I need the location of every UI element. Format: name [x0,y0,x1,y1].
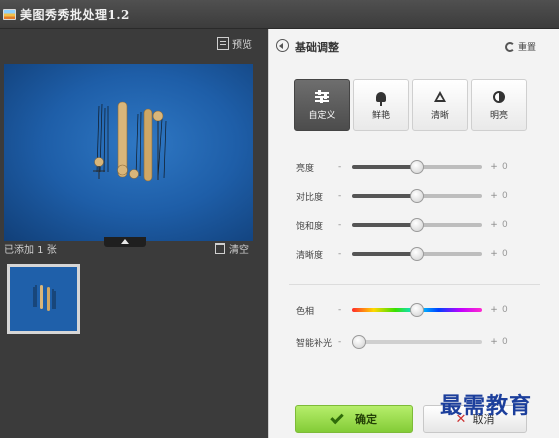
preview-button[interactable]: 预览 [217,36,252,51]
slider-value: 0 [502,305,508,315]
collapse-toggle[interactable] [104,237,146,247]
decrease-button[interactable]: - [338,162,352,172]
mode-label: 鲜艳 [371,111,390,121]
increase-button[interactable]: + [486,162,502,172]
slider-knob[interactable] [410,218,424,232]
confirm-label: 确定 [355,413,377,426]
app-icon [3,8,16,20]
slider-row-sharpness: 清晰度 - + 0 [296,246,512,262]
adjust-panel: 基础调整 重置 自定义 鲜艳 清晰 明亮 亮度 - + 0 对比度 - + 0 … [268,29,559,438]
left-panel: 预览 已添加 1 张 清空 [0,29,268,438]
slider-value: 0 [502,162,508,172]
slider-value: 0 [502,337,508,347]
slider-knob[interactable] [410,160,424,174]
slider-label: 饱和度 [296,221,324,232]
hue-slider[interactable] [352,303,482,317]
decrease-button[interactable]: - [338,220,352,230]
reset-button[interactable]: 重置 [505,40,536,53]
slider-label: 亮度 [296,163,315,174]
mode-custom[interactable]: 自定义 [294,79,350,131]
decrease-button[interactable]: - [338,337,352,347]
increase-button[interactable]: + [486,305,502,315]
slider-label: 对比度 [296,192,324,203]
mode-clear[interactable]: 清晰 [412,79,468,131]
refresh-icon [505,41,515,52]
sharpness-slider[interactable] [352,247,482,261]
thumbnail-illustration [10,267,77,331]
slider-row-contrast: 对比度 - + 0 [296,188,512,204]
brightness-slider[interactable] [352,160,482,174]
slider-knob[interactable] [410,303,424,317]
decrease-button[interactable]: - [338,249,352,259]
decrease-button[interactable]: - [338,191,352,201]
photo-preview [4,64,253,241]
preview-icon [217,37,229,50]
sliders-icon [315,89,329,104]
slider-row-saturation: 饱和度 - + 0 [296,217,512,233]
slider-value: 0 [502,220,508,230]
slider-row-hue: 色相 - + 0 [296,302,512,318]
slider-knob[interactable] [352,335,366,349]
mode-label: 明亮 [489,111,508,121]
window-title: 美图秀秀批处理1.2 [20,7,130,22]
flower-icon [376,89,386,106]
watermark: 最需教育 [440,393,533,419]
slider-label: 智能补光 [296,338,333,349]
mode-bright[interactable]: 明亮 [471,79,527,131]
mode-vivid[interactable]: 鲜艳 [353,79,409,131]
confirm-button[interactable]: 确定 [295,405,413,433]
reset-label: 重置 [518,43,537,53]
slider-label: 色相 [296,306,315,317]
clear-button[interactable]: 清空 [215,241,249,256]
slider-row-fill-light: 智能补光 - + 0 [296,334,512,350]
added-count: 已添加 1 张 [4,245,57,256]
divider [289,284,540,285]
clear-label: 清空 [229,245,249,256]
panel-title: 基础调整 [295,41,339,54]
increase-button[interactable]: + [486,220,502,230]
slider-value: 0 [502,191,508,201]
slider-value: 0 [502,249,508,259]
increase-button[interactable]: + [486,191,502,201]
mode-label: 自定义 [308,111,336,121]
saturation-slider[interactable] [352,218,482,232]
half-circle-icon [493,89,505,104]
mode-label: 清晰 [430,111,449,121]
check-icon [330,410,344,425]
triangle-icon [434,89,446,104]
fill-light-slider[interactable] [352,335,482,349]
increase-button[interactable]: + [486,249,502,259]
preset-modes: 自定义 鲜艳 清晰 明亮 [294,79,530,131]
slider-label: 清晰度 [296,250,324,261]
slider-row-brightness: 亮度 - + 0 [296,159,512,175]
trash-icon [215,243,225,254]
contrast-slider[interactable] [352,189,482,203]
photo-illustration [93,101,167,182]
preview-label: 预览 [232,40,252,51]
photo-thumbnail[interactable] [7,264,80,334]
decrease-button[interactable]: - [338,305,352,315]
title-bar: 美图秀秀批处理1.2 [0,0,559,29]
slider-knob[interactable] [410,247,424,261]
increase-button[interactable]: + [486,337,502,347]
back-arrow-icon[interactable] [276,39,289,52]
slider-knob[interactable] [410,189,424,203]
